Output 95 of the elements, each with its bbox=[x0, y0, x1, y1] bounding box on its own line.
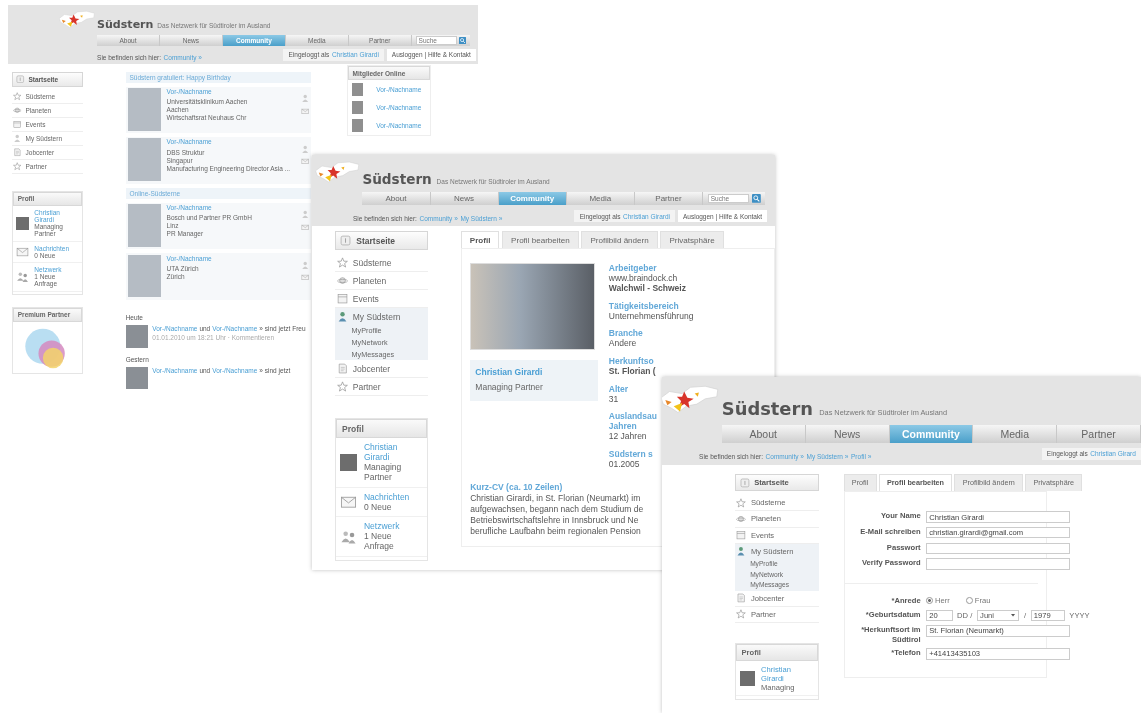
photo-placeholder bbox=[125, 366, 149, 390]
profile-detail: Managing Partner bbox=[364, 462, 403, 483]
profile-detail: 1 Neue Anfrage bbox=[364, 531, 395, 552]
nav-tab[interactable]: News bbox=[805, 425, 890, 444]
field-label: Alter bbox=[608, 383, 630, 394]
profile-link[interactable]: Christian Girardi bbox=[364, 442, 407, 463]
password-field[interactable] bbox=[925, 542, 1071, 554]
sidebar-item[interactable]: Jobcenter bbox=[334, 360, 429, 379]
field-value: 01.2005 bbox=[608, 458, 641, 469]
field-label: Südstern s bbox=[608, 448, 654, 459]
nav-tab[interactable]: About bbox=[721, 425, 806, 444]
person-icon[interactable] bbox=[300, 210, 309, 219]
tab[interactable]: Profilbild ändern bbox=[581, 231, 658, 249]
person-icon[interactable] bbox=[300, 145, 309, 154]
caret-icon bbox=[1010, 612, 1017, 619]
planet-icon bbox=[336, 275, 348, 287]
photo-placeholder bbox=[127, 254, 162, 298]
nav-tab[interactable]: Partner bbox=[634, 191, 703, 206]
photo-placeholder bbox=[351, 119, 364, 133]
profile-detail: 0 Neue bbox=[364, 501, 393, 512]
password-field[interactable] bbox=[925, 558, 1071, 570]
field-label: Tätigkeitsbereich bbox=[608, 300, 680, 311]
person-icon[interactable] bbox=[300, 261, 309, 270]
field-label: Arbeitgeber bbox=[608, 263, 658, 274]
sidebar-item[interactable]: Planeten bbox=[334, 272, 429, 291]
planet-icon bbox=[13, 106, 22, 115]
field-value: Andere bbox=[608, 338, 638, 349]
calendar-icon bbox=[13, 120, 22, 129]
cv-text: Christian Girardi, in St. Florian (Neumarkt) im aufgewachsen, begann nach dem Studium de Betriebswirtschaftslehre in Innsbruck und Ne berufliche Laufbahn beim regionalen Pension bbox=[470, 493, 644, 538]
field-label: Auslandsau Jahren bbox=[608, 411, 658, 432]
photo-placeholder bbox=[125, 325, 149, 348]
photo-placeholder bbox=[127, 138, 162, 182]
field-value: Walchwil - Schweiz bbox=[608, 283, 687, 294]
star-icon bbox=[13, 92, 22, 101]
nav-tab[interactable]: Partner bbox=[1057, 425, 1141, 444]
nav-tab[interactable]: About bbox=[362, 191, 431, 206]
field-value: 31 bbox=[608, 393, 620, 404]
calendar-icon bbox=[336, 293, 348, 305]
cv-heading: Kurz-CV (ca. 10 Zeilen) bbox=[470, 482, 563, 493]
tab[interactable]: Privatsphäre bbox=[660, 231, 724, 249]
photo-placeholder bbox=[340, 453, 358, 471]
search-icon[interactable] bbox=[459, 36, 467, 44]
person-icon bbox=[736, 546, 747, 557]
envelope-icon[interactable] bbox=[300, 273, 309, 282]
home-icon bbox=[340, 235, 352, 247]
person-icon[interactable] bbox=[300, 94, 309, 103]
document-icon bbox=[736, 593, 747, 604]
tab[interactable]: Profil bearbeiten bbox=[502, 231, 579, 249]
photo-placeholder bbox=[16, 216, 30, 230]
field-value: 12 Jahren bbox=[608, 431, 648, 442]
star-icon bbox=[736, 497, 747, 508]
profile-link[interactable]: Netzwerk bbox=[364, 521, 407, 532]
star-icon bbox=[736, 609, 747, 620]
sidebar-item[interactable]: Südsterne bbox=[334, 254, 429, 273]
calendar-icon bbox=[736, 530, 747, 541]
field-label: Herkunftso bbox=[608, 355, 655, 366]
site-brand: Südstern bbox=[362, 170, 432, 187]
field-label: Branche bbox=[608, 328, 644, 339]
star-icon bbox=[13, 162, 22, 171]
photo-placeholder bbox=[739, 670, 755, 686]
search-icon[interactable] bbox=[751, 194, 761, 203]
nav-tab[interactable]: Media bbox=[566, 191, 635, 206]
field-value: Unternehmensführung bbox=[608, 310, 694, 321]
panel-title: Profil bbox=[335, 419, 428, 438]
envelope-icon bbox=[16, 245, 30, 259]
home-icon bbox=[16, 75, 25, 84]
person-name-link[interactable]: Christian Girardi bbox=[475, 367, 593, 377]
envelope-icon[interactable] bbox=[300, 157, 309, 166]
document-icon bbox=[336, 363, 348, 375]
photo-placeholder bbox=[127, 203, 162, 247]
envelope-icon[interactable] bbox=[300, 106, 309, 116]
person-icon bbox=[336, 311, 348, 323]
planet-icon bbox=[736, 514, 747, 524]
field-value: www.braindock.ch bbox=[608, 273, 679, 284]
field-value: St. Florian ( bbox=[608, 365, 657, 376]
people-icon bbox=[16, 270, 30, 284]
profile-link[interactable]: Nachrichten bbox=[364, 491, 407, 502]
person-role: Managing Partner bbox=[475, 382, 544, 393]
document-icon bbox=[13, 148, 22, 157]
home-button[interactable]: Startseite bbox=[334, 231, 429, 251]
envelope-icon[interactable] bbox=[300, 222, 309, 232]
sidebar-item[interactable]: My Südstern bbox=[334, 308, 429, 326]
star-icon bbox=[336, 381, 348, 393]
site-brand: Südstern bbox=[97, 18, 154, 31]
photo-placeholder bbox=[127, 87, 162, 131]
nav-tab[interactable]: News bbox=[430, 191, 499, 206]
photo-placeholder bbox=[351, 83, 364, 97]
tab[interactable]: Profil bbox=[460, 231, 500, 249]
home-icon bbox=[739, 477, 750, 488]
sidebar-item[interactable]: Partner bbox=[334, 378, 429, 397]
photo-placeholder bbox=[351, 101, 364, 115]
site-brand: Südstern bbox=[721, 397, 813, 419]
person-icon bbox=[13, 134, 22, 143]
star-icon bbox=[336, 257, 348, 269]
nav-tab[interactable]: Media bbox=[973, 425, 1058, 444]
